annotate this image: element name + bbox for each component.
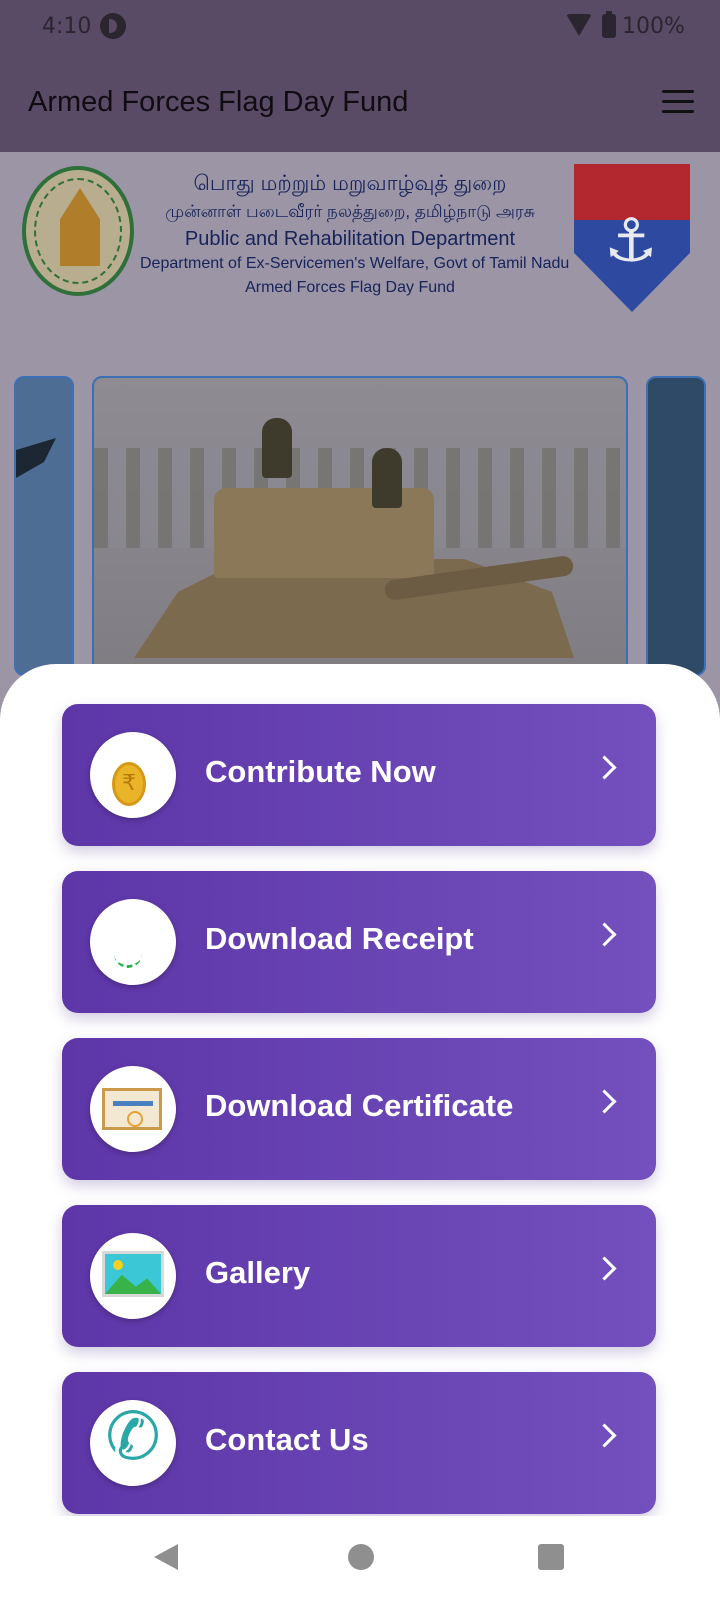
- department-banner: பொது மற்றும் மறுவாழ்வுத் துறை முன்னாள் ப…: [0, 152, 720, 352]
- gallery-button[interactable]: Gallery: [62, 1205, 656, 1347]
- notification-app-icon: [100, 13, 126, 39]
- menu-sheet: ₹ Contribute Now Download Receipt Downlo…: [0, 664, 720, 1516]
- wifi-icon: [566, 14, 592, 36]
- banner-fund-name: Armed Forces Flag Day Fund: [245, 279, 455, 296]
- gallery-icon: [90, 1233, 176, 1319]
- app-bar: Armed Forces Flag Day Fund: [0, 54, 720, 152]
- app-title: Armed Forces Flag Day Fund: [28, 86, 409, 118]
- banner-department-name: Public and Rehabilitation Department: [184, 228, 516, 250]
- chevron-right-icon: [592, 1089, 617, 1114]
- carousel-slide-next[interactable]: [646, 376, 706, 676]
- download-receipt-button[interactable]: Download Receipt: [62, 871, 656, 1013]
- download-receipt-label: Download Receipt: [205, 921, 474, 956]
- certificate-icon: [90, 1066, 176, 1152]
- gallery-label: Gallery: [205, 1255, 311, 1290]
- contact-us-button[interactable]: ✆ Contact Us: [62, 1372, 656, 1514]
- contribute-now-label: Contribute Now: [205, 754, 436, 789]
- status-time: 4:10: [42, 14, 92, 39]
- tamil-nadu-emblem-icon: [22, 166, 134, 296]
- phone-icon: ✆: [90, 1400, 176, 1486]
- chevron-right-icon: [592, 922, 617, 947]
- chevron-right-icon: [592, 1256, 617, 1281]
- rupee-coin-icon: ₹: [90, 732, 176, 818]
- hamburger-menu-icon[interactable]: [662, 90, 694, 114]
- system-navigation-bar: [0, 1516, 720, 1600]
- status-bar: 4:10 100%: [0, 0, 720, 54]
- recent-apps-icon[interactable]: [538, 1544, 564, 1570]
- download-certificate-button[interactable]: Download Certificate: [62, 1038, 656, 1180]
- home-icon[interactable]: [348, 1544, 374, 1570]
- receipt-icon: [90, 899, 176, 985]
- carousel-slide-current[interactable]: [92, 376, 628, 676]
- back-icon[interactable]: [154, 1544, 178, 1570]
- image-carousel[interactable]: [0, 370, 720, 676]
- battery-percentage: 100%: [622, 14, 685, 39]
- download-certificate-label: Download Certificate: [205, 1088, 514, 1123]
- contribute-now-button[interactable]: ₹ Contribute Now: [62, 704, 656, 846]
- carousel-slide-previous[interactable]: [14, 376, 74, 676]
- contact-us-label: Contact Us: [205, 1422, 369, 1457]
- banner-tamil-subtitle: முன்னாள் படைவீரர் நலத்துறை, தமிழ்நாடு அர…: [165, 202, 535, 221]
- banner-department-subtitle: Department of Ex-Servicemen's Welfare, G…: [140, 255, 570, 272]
- ex-servicemen-emblem-icon: [574, 164, 690, 312]
- chevron-right-icon: [592, 1423, 617, 1448]
- battery-icon: [602, 11, 616, 38]
- chevron-right-icon: [592, 755, 617, 780]
- banner-tamil-title: பொது மற்றும் மறுவாழ்வுத் துறை: [193, 172, 507, 195]
